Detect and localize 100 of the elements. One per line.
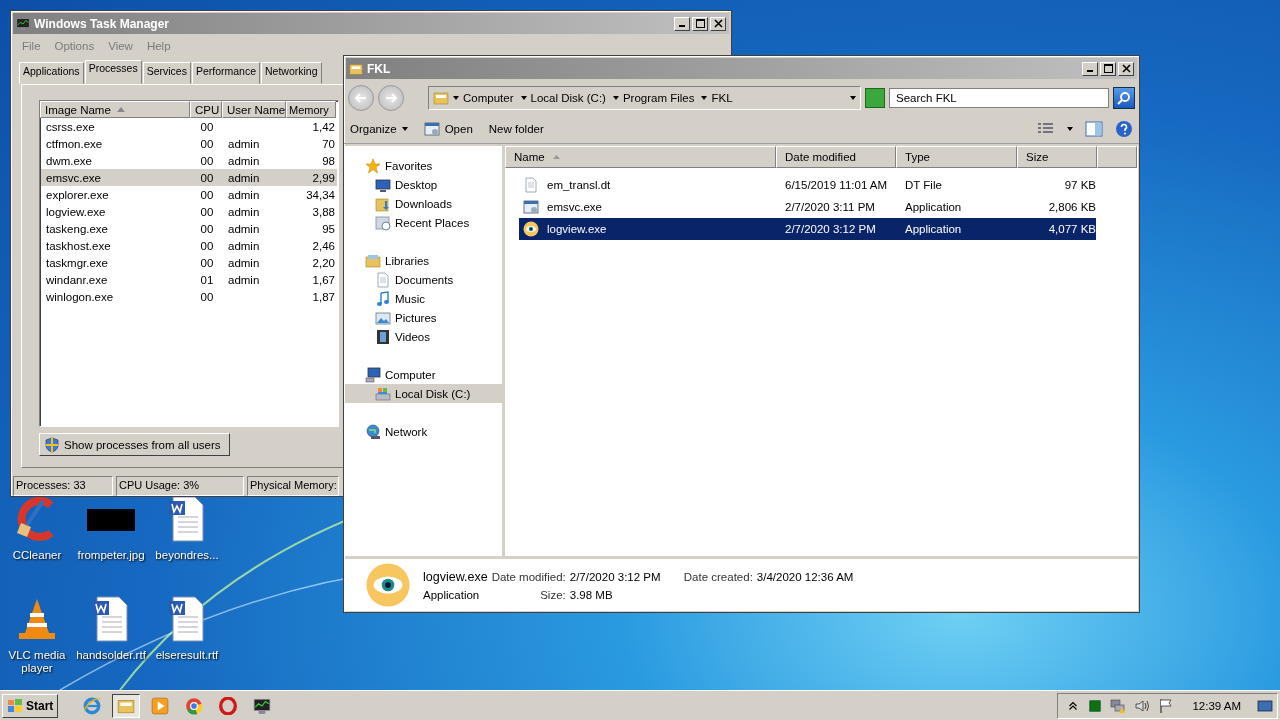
close-button[interactable]	[1118, 61, 1134, 76]
square-icon	[1088, 698, 1103, 713]
nav-item[interactable]: Music	[345, 289, 502, 308]
network-warning-icon	[1110, 697, 1127, 714]
forward-button[interactable]	[378, 85, 404, 111]
browser-e-icon	[83, 696, 102, 715]
open-button[interactable]: Open	[423, 121, 473, 137]
desktop-icon-label[interactable]: frompeter.jpg	[77, 549, 145, 562]
table-cell-text: 00	[199, 256, 215, 269]
nav-item[interactable]: Local Disk (C:)	[345, 384, 502, 403]
column-header[interactable]: User Name	[222, 101, 286, 118]
process-row[interactable]: csrss.exe 00 1,42	[41, 118, 337, 135]
desktop-icon-label[interactable]: handsolder.rtf	[76, 649, 146, 662]
column-header[interactable]: CPU	[190, 101, 222, 118]
file-type: Application	[423, 588, 481, 601]
process-row[interactable]: winlogon.exe 00 1,87	[41, 288, 337, 305]
file-icon	[523, 177, 539, 193]
table-cell-text: 2,99	[311, 171, 335, 184]
column-header[interactable]: Size	[1017, 146, 1097, 168]
table-cell-text: 70	[321, 137, 335, 150]
desktop-icon-label[interactable]: elseresult.rtf	[155, 649, 219, 662]
status-field: CPU Usage: 3%	[116, 476, 244, 496]
breadcrumb-item[interactable]: Computer	[463, 92, 514, 104]
nav-item[interactable]: Favorites	[345, 156, 502, 175]
new-folder-button[interactable]: New folder	[488, 123, 544, 135]
table-cell-text: admin	[227, 273, 261, 286]
table-cell-text: ctfmon.exe	[45, 137, 104, 150]
process-row[interactable]: windanr.exe 01 admin 1,67	[41, 271, 337, 288]
tab[interactable]: Processes	[84, 60, 142, 84]
file-row[interactable]: logview.exe 2/7/2020 3:12 PM Application 4,077 KB	[519, 218, 1096, 240]
table-cell-text: 95	[321, 222, 335, 235]
column-header[interactable]: Date modified	[776, 146, 896, 168]
process-row[interactable]: ctfmon.exe 00 admin 70	[41, 135, 337, 152]
table-cell-text: admin	[227, 239, 261, 252]
process-row[interactable]: dwm.exe 00 admin 98	[41, 152, 337, 169]
column-header[interactable]: Type	[896, 146, 1017, 168]
film-icon	[375, 328, 391, 345]
address-bar[interactable]: Computer Local Disk (C:) Program Files FKL	[428, 86, 861, 110]
status-field: Processes: 33	[13, 476, 113, 496]
nav-item[interactable]: Documents	[345, 270, 502, 289]
search-field[interactable]: Search FKL	[889, 88, 1109, 108]
start-button[interactable]: Start	[2, 693, 59, 718]
sort-arrow-icon	[116, 107, 125, 112]
flag-icon	[1158, 697, 1175, 714]
table-cell-text: 1,67	[311, 273, 335, 286]
tab[interactable]: Applications	[19, 62, 84, 84]
eye-icon	[365, 562, 411, 608]
nav-item[interactable]: Pictures	[345, 308, 502, 327]
process-row[interactable]: logview.exe 00 admin 3,88	[41, 203, 337, 220]
process-row[interactable]: taskmgr.exe 00 admin 2,20	[41, 254, 337, 271]
process-row[interactable]: taskhost.exe 00 admin 2,46	[41, 237, 337, 254]
maximize-button[interactable]	[1100, 61, 1116, 76]
search-button[interactable]	[1113, 87, 1135, 109]
minimize-button[interactable]	[1082, 61, 1098, 76]
table-cell-text: 4,077 KB	[1047, 223, 1096, 235]
field-value: 2/7/2020 3:12 PM	[569, 570, 662, 583]
desktop-icon-label[interactable]: CCleaner	[12, 549, 62, 562]
dropdown-arrow-icon	[850, 96, 856, 100]
taskbar-button[interactable]	[112, 693, 141, 718]
nav-item[interactable]: Network	[345, 422, 502, 441]
monitor-graph-icon	[16, 16, 30, 31]
monitor-icon	[375, 176, 391, 193]
tab[interactable]: Networking	[261, 62, 322, 84]
nav-item[interactable]: Videos	[345, 327, 502, 346]
column-header[interactable]: Memory	[286, 101, 336, 118]
nav-item[interactable]: Libraries	[345, 251, 502, 270]
desktop-icon-label[interactable]: beyondres...	[155, 549, 219, 562]
breadcrumb-item[interactable]: FKL	[711, 92, 733, 104]
maximize-button[interactable]	[692, 16, 708, 31]
preview-pane-icon[interactable]	[1085, 121, 1103, 137]
nav-item[interactable]: Downloads	[345, 194, 502, 213]
view-list-icon[interactable]	[1037, 122, 1055, 136]
help-icon[interactable]	[1115, 120, 1133, 138]
table-cell-text: 00	[199, 290, 215, 303]
close-button[interactable]	[710, 16, 726, 31]
nav-item[interactable]: Recent Places	[345, 213, 502, 232]
arrow-left-icon	[355, 93, 367, 103]
file-row[interactable]: em_transl.dt 6/15/2019 11:01 AM DT File 97 KB	[519, 174, 1096, 196]
nav-item[interactable]: Desktop	[345, 175, 502, 194]
recent-places-icon	[375, 214, 391, 231]
file-row[interactable]: emsvc.exe 2/7/2020 3:11 PM Application 2,806 KB	[519, 196, 1096, 218]
close-icon	[713, 19, 723, 28]
column-header[interactable]: Image Name	[40, 101, 190, 118]
organize-menu[interactable]: Organize	[350, 123, 408, 135]
process-row[interactable]: emsvc.exe 00 admin 2,99	[41, 169, 337, 186]
nav-item[interactable]: Computer	[345, 365, 502, 384]
show-all-processes-button[interactable]: Show processes from all users	[39, 433, 230, 456]
tab[interactable]: Performance	[191, 62, 261, 84]
file-name: em_transl.dt	[546, 179, 612, 191]
breadcrumb-item[interactable]: Program Files	[622, 92, 695, 104]
minimize-button[interactable]	[674, 16, 690, 31]
back-button[interactable]	[348, 85, 374, 111]
breadcrumb-item[interactable]: Local Disk (C:)	[530, 92, 606, 104]
process-row[interactable]: explorer.exe 00 admin 34,34	[41, 186, 337, 203]
process-row[interactable]: taskeng.exe 00 admin 95	[41, 220, 337, 237]
column-header[interactable]: Name	[505, 146, 776, 168]
tab[interactable]: Services	[142, 62, 191, 84]
table-cell-text: explorer.exe	[45, 188, 110, 201]
dropdown-arrow-icon[interactable]	[1067, 127, 1073, 131]
desktop-icon-label[interactable]: VLC media player	[0, 649, 74, 675]
